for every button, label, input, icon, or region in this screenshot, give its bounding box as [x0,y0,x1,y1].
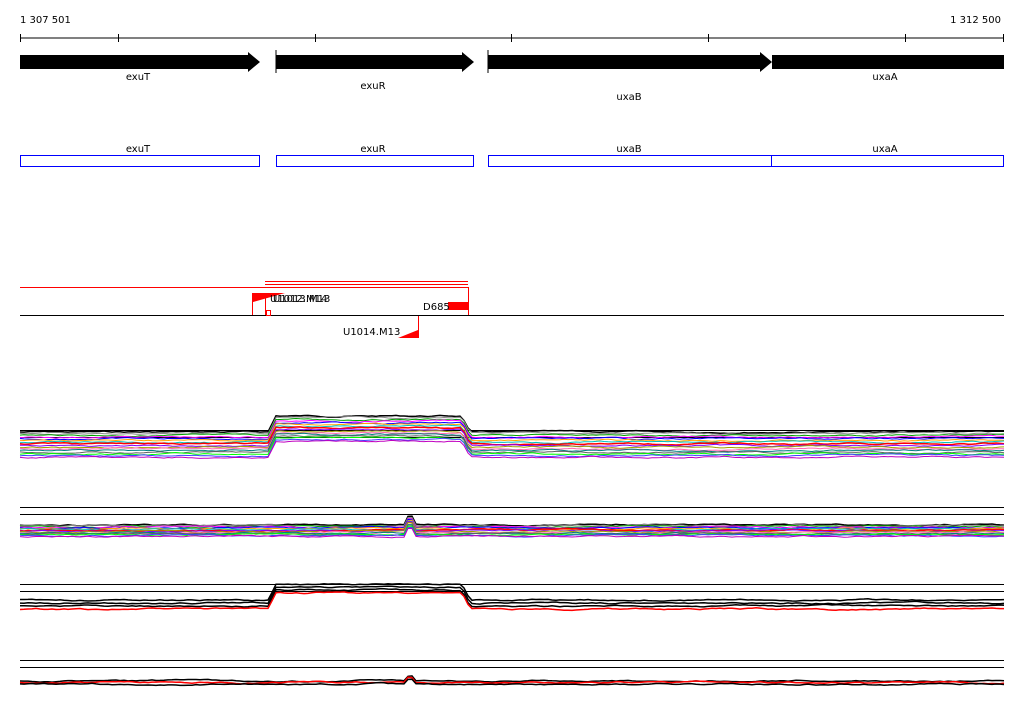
feature-label: U1013.M13 [273,294,330,305]
gene-label: uxaB [616,92,641,103]
gene-track: exuT exuR uxaB uxaA [20,50,1004,103]
annotation-label: uxaA [872,144,897,155]
expression-plot-3 [19,583,1005,612]
plot-series-line [20,583,1005,602]
plot-series-line [19,675,1005,683]
expression-plot-2 [19,507,1005,539]
feature-D685[interactable]: D685 [423,287,469,315]
expression-plot-1 [19,414,1005,459]
expression-plots [19,414,1005,687]
annotation-uxaA[interactable]: uxaA [771,144,1004,167]
gene-uxaA[interactable]: uxaA [772,55,1004,83]
ruler-start-label: 1 307 501 [20,15,71,26]
annotation-exuT[interactable]: exuT [20,144,260,167]
annotation-uxaB[interactable]: uxaB [488,144,772,167]
annotation-label: exuT [126,144,151,155]
gene-exuR[interactable]: exuR [275,50,474,92]
expression-plot-4 [19,660,1005,687]
gene-uxaB[interactable]: uxaB [487,50,772,103]
annotation-track: exuT exuR uxaB uxaA [20,144,1004,167]
genome-browser-view: 1 307 501 1 312 500 exuT exuR uxaB uxaA … [19,15,1005,687]
feature-U1012[interactable]: U1012.M14 U1013.M13 [252,293,331,316]
gene-label: exuR [360,81,385,92]
coordinate-ruler: 1 307 501 1 312 500 [20,15,1004,42]
feature-U1014[interactable]: U1014.M13 [343,316,419,338]
annotation-label: exuR [360,144,385,155]
feature-label: D685 [423,302,450,313]
ruler-end-label: 1 312 500 [950,15,1001,26]
gene-label: uxaA [872,72,897,83]
gene-label: exuT [126,72,151,83]
annotation-exuR[interactable]: exuR [276,144,474,167]
plot-series-line [19,515,1005,528]
feature-label: U1014.M13 [343,327,400,338]
feature-track: U1012.M14 U1013.M13 D685 U1014.M13 [20,281,1004,338]
annotation-label: uxaB [616,144,641,155]
gene-exuT[interactable]: exuT [20,52,260,83]
